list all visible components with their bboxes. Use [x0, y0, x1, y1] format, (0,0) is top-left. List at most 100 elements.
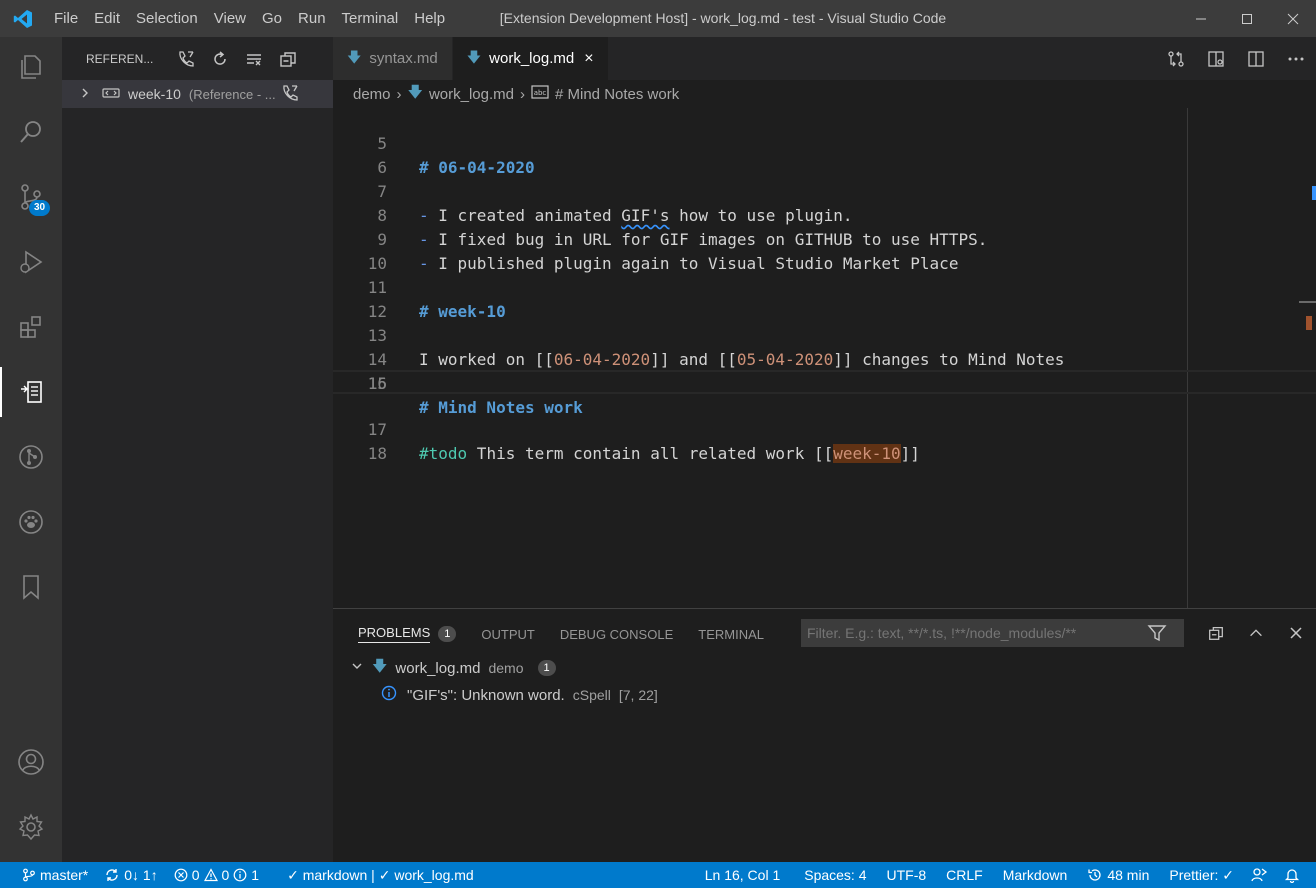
menu-help[interactable]: Help: [406, 0, 453, 37]
line-endings[interactable]: CRLF: [938, 867, 991, 883]
breadcrumb-file[interactable]: work_log.md: [429, 86, 514, 103]
collapse-all-icon[interactable]: [1196, 624, 1236, 642]
current-line: 16: [333, 370, 1316, 394]
editor-line: 17 #todo This term contain all related w…: [333, 394, 1316, 463]
info-icon: [381, 685, 397, 705]
cursor-position[interactable]: Ln 16, Col 1: [697, 867, 789, 883]
problem-file-folder: demo: [488, 660, 524, 676]
editor-line: 7 - I created animated GIF's how to use …: [333, 156, 1316, 225]
breadcrumb: demo › 🡇 work_log.md › abc # Mind Notes …: [333, 80, 1316, 108]
editor-line: 12: [333, 276, 1316, 321]
maximize-button[interactable]: [1224, 0, 1270, 37]
paw-icon[interactable]: [0, 497, 62, 547]
close-panel-icon[interactable]: [1276, 625, 1316, 641]
language-mode[interactable]: Markdown: [995, 867, 1076, 883]
tab-debug-console[interactable]: DEBUG CONSOLE: [560, 627, 673, 642]
menu-file[interactable]: File: [46, 0, 86, 37]
chevron-right-icon[interactable]: [78, 86, 92, 103]
activity-bar: 30: [0, 37, 62, 862]
sync-counts: 0↓ 1↑: [124, 867, 158, 883]
references-icon[interactable]: [0, 367, 62, 417]
tab-syntax-md[interactable]: 🡇 syntax.md: [333, 37, 453, 80]
settings-gear-icon[interactable]: [0, 802, 62, 852]
markdown-lint-status[interactable]: ✓ markdown | ✓ work_log.md: [279, 867, 482, 884]
collapse-all-icon[interactable]: [274, 45, 302, 73]
problem-file-name: work_log.md: [395, 659, 481, 677]
run-debug-icon[interactable]: [0, 237, 62, 287]
editor-tabs: 🡇 syntax.md 🡇 work_log.md ×: [333, 37, 1316, 80]
branch-status[interactable]: master*: [14, 867, 96, 883]
status-bar: master* 0↓ 1↑ 0 0 1 ✓ markdown | ✓ work_…: [0, 862, 1316, 888]
menu-selection[interactable]: Selection: [128, 0, 206, 37]
indentation[interactable]: Spaces: 4: [796, 867, 874, 883]
editor-actions: [1156, 37, 1316, 80]
close-window-button[interactable]: [1270, 0, 1316, 37]
encoding[interactable]: UTF-8: [879, 867, 935, 883]
filter-icon[interactable]: [1147, 623, 1167, 646]
info-icon: [233, 868, 247, 882]
call-hierarchy-icon[interactable]: [172, 45, 200, 73]
problem-item[interactable]: "GIF's": Unknown word. cSpell [7, 22]: [381, 682, 658, 708]
editor-line: 8 - I fixed bug in URL for GIF images on…: [333, 180, 1316, 249]
account-icon[interactable]: [0, 737, 62, 787]
problems-filter-input[interactable]: [801, 619, 1184, 647]
vscode-logo-icon: [0, 0, 46, 37]
menu-edit[interactable]: Edit: [86, 0, 128, 37]
tab-problems[interactable]: PROBLEMS 1: [358, 625, 457, 643]
minimize-button[interactable]: [1178, 0, 1224, 37]
branch-name: master*: [40, 867, 89, 883]
split-editor-icon[interactable]: [1236, 49, 1276, 69]
notifications-bell-icon[interactable]: [1276, 867, 1308, 883]
prettier-status[interactable]: Prettier: ✓: [1161, 867, 1242, 884]
menu-terminal[interactable]: Terminal: [334, 0, 407, 37]
extensions-icon[interactable]: [0, 302, 62, 352]
clear-all-icon[interactable]: [240, 45, 268, 73]
editor-line: 11 # week-10: [333, 252, 1316, 321]
problem-message: "GIF's": Unknown word.: [407, 686, 565, 704]
tab-output[interactable]: OUTPUT: [481, 627, 534, 642]
menu-run[interactable]: Run: [290, 0, 334, 37]
tab-terminal[interactable]: TERMINAL: [698, 627, 764, 642]
line-number: 16: [367, 374, 387, 393]
tab-work-log-md[interactable]: 🡇 work_log.md ×: [452, 37, 609, 80]
editor-line: 13 I worked on [[06-04-2020]] and [[05-0…: [333, 300, 1316, 369]
menu-view[interactable]: View: [206, 0, 254, 37]
call-hierarchy-inline-icon[interactable]: [280, 83, 300, 106]
more-actions-icon[interactable]: [1276, 49, 1316, 69]
tab-label: syntax.md: [369, 50, 438, 67]
scrollbar-marker: [1306, 316, 1312, 330]
history-icon: [1088, 869, 1101, 881]
sync-status[interactable]: 0↓ 1↑: [96, 867, 165, 883]
breadcrumb-symbol[interactable]: # Mind Notes work: [555, 86, 679, 103]
open-changes-icon[interactable]: [1156, 49, 1196, 69]
menu-bar: File Edit Selection View Go Run Terminal…: [46, 0, 453, 37]
markdown-file-icon: 🡇: [466, 48, 482, 65]
chevron-down-icon[interactable]: [350, 659, 364, 677]
problems-status[interactable]: 0 0 1: [166, 867, 267, 883]
git-graph-icon[interactable]: [0, 432, 62, 482]
breadcrumb-folder[interactable]: demo: [353, 86, 391, 103]
open-preview-icon[interactable]: [1196, 49, 1236, 69]
close-tab-icon[interactable]: ×: [584, 50, 593, 68]
time-tracker[interactable]: 48 min: [1079, 867, 1157, 883]
live-share-icon[interactable]: [1242, 866, 1276, 884]
scrollbar-marker: [1299, 301, 1316, 303]
error-count: 0: [191, 867, 200, 883]
git-branch-icon: [23, 868, 35, 882]
search-icon[interactable]: [0, 107, 62, 157]
editor-line: 10: [333, 228, 1316, 273]
problem-position: [7, 22]: [618, 687, 658, 703]
sync-icon: [106, 869, 118, 881]
menu-go[interactable]: Go: [254, 0, 290, 37]
problem-file-row[interactable]: 🡇 work_log.md demo 1: [350, 655, 556, 681]
explorer-icon[interactable]: [0, 42, 62, 92]
hashtag[interactable]: #todo: [419, 444, 467, 463]
source-control-icon[interactable]: 30: [0, 172, 62, 222]
wiki-link-highlighted[interactable]: week-10: [833, 444, 901, 463]
bookmarks-icon[interactable]: [0, 562, 62, 612]
code-editor[interactable]: 5 # 06-04-2020 6 7 - I created animated …: [333, 108, 1316, 608]
tab-label: work_log.md: [489, 50, 575, 67]
refresh-icon[interactable]: [206, 45, 234, 73]
reference-tree-item[interactable]: week-10 (Reference - ...: [62, 80, 333, 108]
maximize-panel-icon[interactable]: [1236, 624, 1276, 642]
